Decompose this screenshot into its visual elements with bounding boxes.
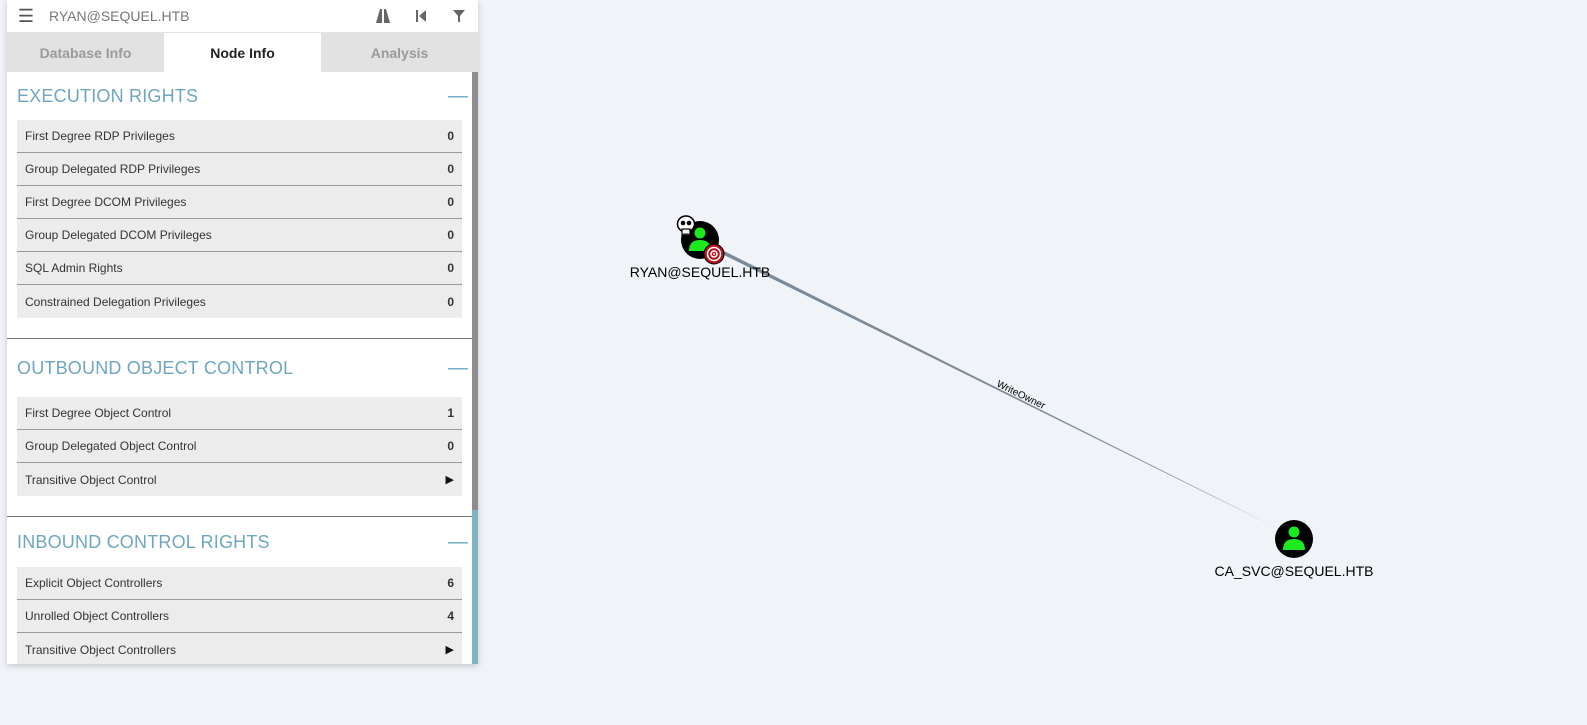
search-bar: ☰ (7, 0, 478, 33)
list-item[interactable]: SQL Admin Rights 0 (17, 252, 462, 285)
tab-node-info[interactable]: Node Info (164, 33, 321, 72)
row-label: First Degree RDP Privileges (25, 129, 175, 143)
search-input[interactable] (45, 2, 353, 30)
edge-label: WriteOwner (995, 379, 1048, 412)
row-label: First Degree Object Control (25, 406, 172, 420)
row-label: Unrolled Object Controllers (25, 609, 170, 623)
row-label: Group Delegated RDP Privileges (25, 162, 201, 176)
list-item[interactable]: First Degree Object Control 1 (17, 397, 462, 430)
row-label: Transitive Object Control (25, 472, 157, 487)
list-item[interactable]: Transitive Object Controllers ▶ (17, 633, 462, 664)
section-title: OUTBOUND OBJECT CONTROL (17, 357, 294, 378)
section-execution-rights: EXECUTION RIGHTS — First Degree RDP Priv… (7, 72, 478, 339)
list-item[interactable]: First Degree DCOM Privileges 0 (17, 186, 462, 219)
list-item[interactable]: First Degree RDP Privileges 0 (17, 120, 462, 153)
row-value: 0 (447, 228, 454, 242)
row-value: 0 (447, 439, 454, 453)
row-label: Group Delegated Object Control (25, 439, 197, 453)
expand-arrow-icon[interactable]: ▶ (446, 473, 454, 486)
row-value: 0 (447, 162, 454, 176)
row-value: 1 (447, 406, 454, 420)
node-label-ryan: RYAN@SEQUEL.HTB (630, 264, 771, 280)
expand-arrow-icon[interactable]: ▶ (446, 643, 454, 656)
row-label: SQL Admin Rights (25, 261, 123, 275)
row-label: Transitive Object Controllers (25, 642, 176, 657)
list-item[interactable]: Unrolled Object Controllers 4 (17, 600, 462, 633)
tab-analysis[interactable]: Analysis (321, 33, 478, 72)
hamburger-icon[interactable]: ☰ (7, 0, 45, 32)
graph-node-ryan[interactable]: RYAN@SEQUEL.HTB (630, 215, 771, 280)
row-value: 4 (447, 609, 454, 623)
tab-bar: Database Info Node Info Analysis (7, 33, 478, 72)
collapse-icon[interactable]: — (448, 358, 468, 378)
list-item[interactable]: Group Delegated RDP Privileges 0 (17, 153, 462, 186)
section-title: EXECUTION RIGHTS (17, 85, 199, 106)
list-item[interactable]: Group Delegated DCOM Privileges 0 (17, 219, 462, 252)
filter-icon[interactable] (440, 0, 478, 32)
row-value: 6 (447, 576, 454, 590)
row-label: Explicit Object Controllers (25, 576, 163, 590)
back-icon[interactable] (402, 0, 440, 32)
list-item[interactable]: Group Delegated Object Control 0 (17, 430, 462, 463)
pathfinding-icon[interactable] (364, 0, 402, 32)
list-item[interactable]: Transitive Object Control ▶ (17, 463, 462, 496)
target-icon (703, 243, 725, 265)
scrollbar-thumb[interactable] (472, 72, 478, 510)
tab-database-info[interactable]: Database Info (7, 33, 164, 72)
section-outbound-object-control: OUTBOUND OBJECT CONTROL — First Degree O… (7, 339, 478, 517)
section-title: INBOUND CONTROL RIGHTS (17, 531, 270, 552)
graph-node-ca-svc[interactable]: CA_SVC@SEQUEL.HTB (1215, 520, 1374, 579)
row-value: 0 (447, 129, 454, 143)
collapse-icon[interactable]: — (448, 532, 468, 552)
section-inbound-control-rights: INBOUND CONTROL RIGHTS — Explicit Object… (7, 517, 478, 664)
row-value: 0 (447, 261, 454, 275)
row-label: Group Delegated DCOM Privileges (25, 228, 212, 242)
edge-writeowner[interactable]: WriteOwner (712, 245, 1281, 530)
collapse-icon[interactable]: — (448, 86, 468, 106)
row-label: First Degree DCOM Privileges (25, 195, 187, 209)
list-item[interactable]: Constrained Delegation Privileges 0 (17, 285, 462, 318)
side-panel: ☰ Database Info Node Info (7, 0, 478, 664)
node-info-content[interactable]: EXECUTION RIGHTS — First Degree RDP Priv… (7, 72, 478, 664)
node-label-ca-svc: CA_SVC@SEQUEL.HTB (1215, 563, 1374, 579)
row-value: 0 (447, 195, 454, 209)
row-label: Constrained Delegation Privileges (25, 294, 206, 309)
list-item[interactable]: Explicit Object Controllers 6 (17, 567, 462, 600)
row-value: 0 (447, 294, 454, 309)
